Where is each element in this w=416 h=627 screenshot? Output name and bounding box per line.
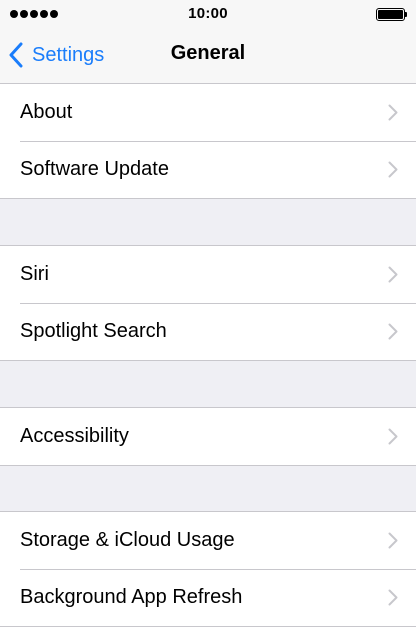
row-label: Storage & iCloud Usage [20, 529, 235, 551]
navigation-bar: Settings General [0, 28, 416, 84]
status-bar: 10:00 [0, 0, 416, 28]
chevron-right-icon [388, 532, 398, 549]
chevron-right-icon [388, 104, 398, 121]
row-label: Siri [20, 263, 49, 285]
row-software-update[interactable]: Software Update [0, 141, 416, 198]
row-storage-icloud-usage[interactable]: Storage & iCloud Usage [0, 512, 416, 569]
chevron-right-icon [388, 323, 398, 340]
row-siri[interactable]: Siri [0, 246, 416, 303]
settings-group-3: Accessibility [0, 407, 416, 466]
row-background-app-refresh[interactable]: Background App Refresh [0, 569, 416, 626]
row-spotlight-search[interactable]: Spotlight Search [0, 303, 416, 360]
settings-group-1: About Software Update [0, 83, 416, 199]
row-about[interactable]: About [0, 84, 416, 141]
chevron-right-icon [388, 589, 398, 606]
chevron-right-icon [388, 266, 398, 283]
row-label: About [20, 101, 73, 123]
settings-group-4: Storage & iCloud Usage Background App Re… [0, 511, 416, 627]
battery-full-icon [376, 8, 408, 21]
status-time: 10:00 [188, 5, 228, 22]
page-title: General [170, 42, 246, 64]
row-label: Software Update [20, 158, 169, 180]
row-accessibility[interactable]: Accessibility [0, 408, 416, 465]
chevron-right-icon [388, 161, 398, 178]
row-label: Accessibility [20, 425, 129, 447]
row-label: Spotlight Search [20, 320, 167, 342]
chevron-right-icon [388, 428, 398, 445]
settings-group-2: Siri Spotlight Search [0, 245, 416, 361]
row-label: Background App Refresh [20, 586, 243, 608]
